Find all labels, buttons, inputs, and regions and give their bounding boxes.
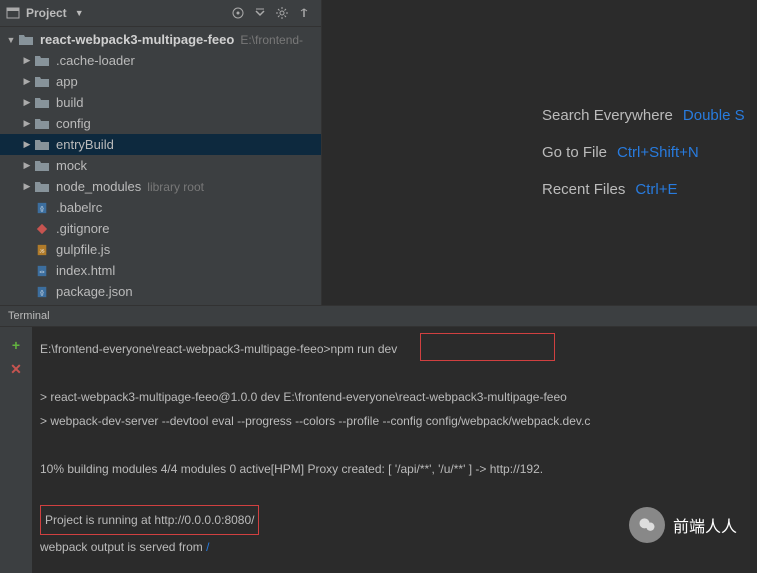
- tree-label: gulpfile.js: [56, 242, 110, 257]
- tree-label: config: [56, 116, 91, 131]
- terminal-tab[interactable]: Terminal: [0, 305, 757, 327]
- chevron-down-icon[interactable]: ▼: [6, 35, 16, 45]
- new-session-icon[interactable]: +: [8, 337, 24, 353]
- folder-icon: [34, 138, 50, 152]
- tree-label: .babelrc: [56, 200, 102, 215]
- chevron-right-icon[interactable]: ▶: [22, 76, 32, 87]
- json-file-icon: {}: [34, 201, 50, 215]
- tree-item-index-html[interactable]: <> index.html: [0, 260, 321, 281]
- svg-text:{}: {}: [40, 290, 44, 296]
- chevron-right-icon[interactable]: ▶: [22, 139, 32, 150]
- highlight-box: Project is running at http://0.0.0.0:808…: [40, 505, 259, 535]
- editor-empty-state: Search Everywhere Double S Go to File Ct…: [322, 0, 757, 305]
- svg-text:<>: <>: [40, 269, 45, 274]
- watermark: 前端人人: [629, 507, 737, 543]
- collapse-icon[interactable]: [251, 4, 269, 22]
- chevron-right-icon[interactable]: ▶: [22, 118, 32, 129]
- tree-item-mock[interactable]: ▶ mock: [0, 155, 321, 176]
- gear-icon[interactable]: [273, 4, 291, 22]
- tree-item-build[interactable]: ▶ build: [0, 92, 321, 113]
- tree-label: app: [56, 74, 78, 89]
- git-file-icon: [34, 222, 50, 236]
- tree-label: entryBuild: [56, 137, 114, 152]
- project-header: Project ▼: [0, 0, 321, 27]
- json-file-icon: {}: [34, 285, 50, 299]
- locate-icon[interactable]: [229, 4, 247, 22]
- tree-item--cache-loader[interactable]: ▶ .cache-loader: [0, 50, 321, 71]
- tree-item--gitignore[interactable]: .gitignore: [0, 218, 321, 239]
- folder-icon: [34, 180, 50, 194]
- tree-label: package.json: [56, 284, 133, 299]
- tree-label: .gitignore: [56, 221, 109, 236]
- svg-text:JS: JS: [40, 248, 45, 253]
- tree-label: .cache-loader: [56, 53, 135, 68]
- tree-root[interactable]: ▼ react-webpack3-multipage-feeo E:\front…: [0, 29, 321, 50]
- close-session-icon[interactable]: ✕: [8, 361, 24, 377]
- terminal-line: > react-webpack3-multipage-feeo@1.0.0 de…: [40, 385, 749, 409]
- tree-item-entryBuild[interactable]: ▶ entryBuild: [0, 134, 321, 155]
- chevron-right-icon[interactable]: ▶: [22, 97, 32, 108]
- tree-path: E:\frontend-: [240, 33, 303, 47]
- folder-icon: [34, 96, 50, 110]
- svg-text:{}: {}: [40, 206, 44, 212]
- tree-label: mock: [56, 158, 87, 173]
- chevron-right-icon[interactable]: ▶: [22, 160, 32, 171]
- tree-item-gulpfile-js[interactable]: JS gulpfile.js: [0, 239, 321, 260]
- hide-icon[interactable]: [295, 4, 313, 22]
- tree-label: index.html: [56, 263, 115, 278]
- tree-item-app[interactable]: ▶ app: [0, 71, 321, 92]
- tree-label: react-webpack3-multipage-feeo: [40, 32, 234, 47]
- welcome-recent-files: Recent Files Ctrl+E: [542, 181, 757, 198]
- folder-icon: [18, 33, 34, 47]
- project-tree[interactable]: ▼ react-webpack3-multipage-feeo E:\front…: [0, 27, 321, 305]
- terminal-prompt: E:\frontend-everyone\react-webpack3-mult…: [40, 342, 331, 356]
- folder-icon: [34, 159, 50, 173]
- tree-item--babelrc[interactable]: {} .babelrc: [0, 197, 321, 218]
- chevron-right-icon[interactable]: ▶: [22, 55, 32, 66]
- tree-hint: library root: [147, 180, 204, 194]
- project-panel: Project ▼ ▼ react-webpack3-multipage-fee…: [0, 0, 322, 305]
- welcome-go-to-file: Go to File Ctrl+Shift+N: [542, 144, 757, 161]
- tree-label: node_modules: [56, 179, 141, 194]
- terminal-line: webpack output is served from: [40, 540, 203, 554]
- welcome-search-everywhere: Search Everywhere Double S: [542, 107, 757, 124]
- folder-icon: [34, 75, 50, 89]
- html-file-icon: <>: [34, 264, 50, 278]
- terminal-line: > webpack-dev-server --devtool eval --pr…: [40, 409, 749, 433]
- terminal-line: 10% building modules 4/4 modules 0 activ…: [40, 457, 749, 481]
- highlight-box: [420, 333, 555, 361]
- tree-item-config[interactable]: ▶ config: [0, 113, 321, 134]
- watermark-text: 前端人人: [673, 513, 737, 537]
- chevron-down-icon[interactable]: ▼: [75, 8, 84, 18]
- tree-item-node-modules[interactable]: ▶ node_modules library root: [0, 176, 321, 197]
- project-title[interactable]: Project: [26, 6, 67, 20]
- terminal-cmd: npm run dev: [331, 342, 398, 356]
- project-icon: [6, 6, 20, 20]
- terminal-gutter: + ✕: [0, 327, 32, 573]
- chevron-right-icon[interactable]: ▶: [22, 181, 32, 192]
- tree-label: build: [56, 95, 83, 110]
- folder-icon: [34, 54, 50, 68]
- js-file-icon: JS: [34, 243, 50, 257]
- folder-icon: [34, 117, 50, 131]
- wechat-icon: [629, 507, 665, 543]
- tree-item-package-json[interactable]: {} package.json: [0, 281, 321, 302]
